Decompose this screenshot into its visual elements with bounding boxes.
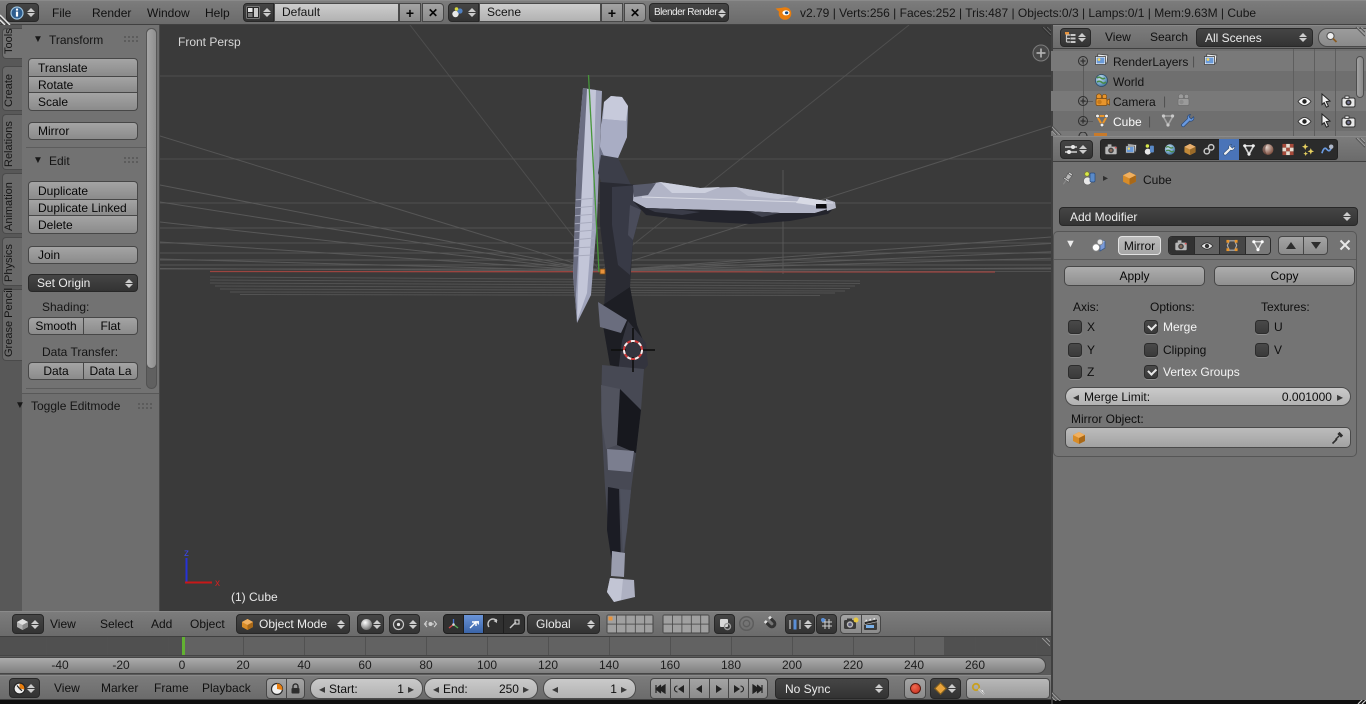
svg-text:x: x (215, 578, 220, 589)
svg-text:z: z (184, 548, 189, 559)
svg-text:(1) Cube: (1) Cube (231, 590, 278, 604)
svg-text:Front Persp: Front Persp (178, 35, 241, 49)
